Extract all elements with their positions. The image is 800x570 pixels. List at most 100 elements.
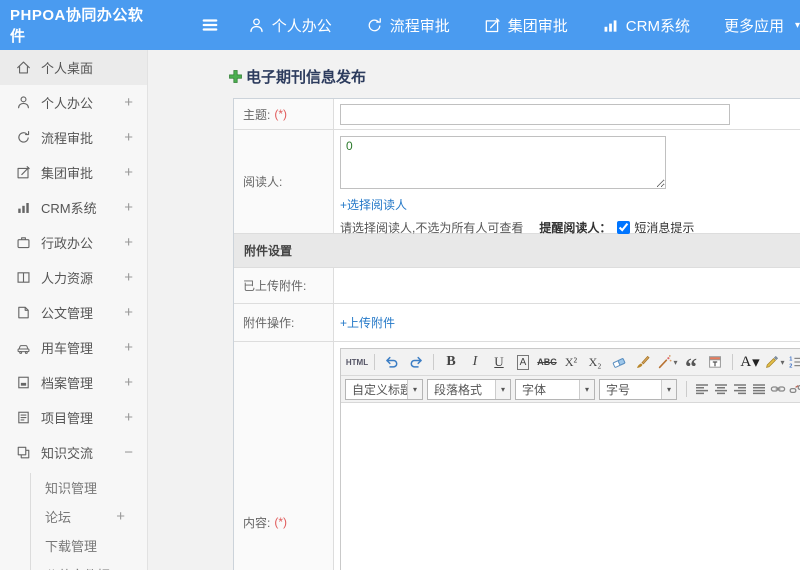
sidebar-menu: 个人桌面 个人办公 + 流程审批 + 集团审批 + CRM系统 + 行政办公 + 人力资源 + 公文管理 +… (0, 50, 147, 570)
align-right-button[interactable] (730, 378, 749, 400)
align-center-button[interactable] (711, 378, 730, 400)
sidebar-subitem-knowledge-management[interactable]: 知识管理 (31, 473, 147, 502)
expand-icon[interactable]: + (124, 199, 133, 216)
project-icon (16, 410, 31, 425)
blockquote-button[interactable]: “ (680, 351, 702, 375)
subject-row: 主题: (*) (234, 99, 800, 130)
expand-icon[interactable]: + (124, 374, 133, 391)
ordered-list-button[interactable]: 12▾ (787, 351, 800, 373)
subscript-button[interactable]: X₂ (584, 351, 606, 373)
italic-button[interactable]: I (464, 351, 486, 373)
expand-icon[interactable]: + (116, 508, 125, 525)
sidebar-item-personal-desktop[interactable]: 个人桌面 (0, 50, 147, 85)
sidebar-item-workflow-approval[interactable]: 流程审批 + (0, 120, 147, 155)
nav-item-crm-system[interactable]: CRM系统 (602, 15, 690, 36)
sidebar-item-label: 人力资源 (41, 271, 94, 286)
attachment-operation-label: 附件操作: (234, 304, 334, 341)
sidebar-item-label: 档案管理 (41, 376, 94, 391)
nav-item-workflow-approval[interactable]: 流程审批 (366, 15, 450, 36)
font-color-button[interactable]: A ▾ (739, 351, 761, 373)
expand-icon[interactable]: + (124, 269, 133, 286)
sidebar-item-project-management[interactable]: 项目管理 + (0, 400, 147, 435)
toolbar-separator (686, 381, 687, 397)
user-icon (248, 17, 265, 34)
sms-notify-checkbox[interactable] (617, 221, 631, 234)
undo-button[interactable] (381, 351, 403, 373)
border-text-button[interactable]: A (512, 351, 534, 373)
select-value: 字体 (522, 382, 547, 397)
auto-typeset-button[interactable]: ▾ (656, 351, 678, 373)
sidebar-subitem-download-management[interactable]: 下载管理 (31, 531, 147, 560)
button-label: HTML (345, 357, 369, 367)
underline-button[interactable]: U (488, 351, 510, 373)
custom-heading-select[interactable]: 自定义标题 ▾ (345, 378, 423, 400)
sidebar-item-label: 行政办公 (41, 236, 94, 251)
highlight-color-button[interactable]: ▾ (763, 351, 785, 373)
expand-icon[interactable]: + (124, 129, 133, 146)
sidebar-item-admin-office[interactable]: 行政办公 + (0, 225, 147, 260)
expand-icon[interactable]: + (124, 234, 133, 251)
font-size-select[interactable]: 字号 ▾ (599, 378, 677, 400)
upload-attachment-link[interactable]: +上传附件 (340, 314, 395, 331)
sidebar-item-group-approval[interactable]: 集团审批 + (0, 155, 147, 190)
align-left-button[interactable] (692, 378, 711, 400)
wand-icon (657, 354, 673, 370)
home-icon (16, 60, 31, 75)
select-readers-link[interactable]: +选择阅读人 (340, 198, 407, 212)
remind-readers-label: 提醒阅读人： (539, 221, 612, 235)
editor-content-area[interactable] (341, 403, 800, 570)
expand-icon[interactable]: + (124, 94, 133, 111)
sidebar-item-knowledge-exchange[interactable]: 知识交流 − (0, 435, 147, 470)
paragraph-format-select[interactable]: 段落格式 ▾ (427, 378, 511, 400)
nav-item-label: 个人办公 (271, 17, 332, 35)
font-family-select[interactable]: 字体 ▾ (515, 378, 595, 400)
sidebar-subitem-label: 下载管理 (45, 539, 98, 554)
collapse-icon[interactable]: − (124, 444, 133, 461)
sidebar-subitem-label: 公共文件柜 (45, 565, 110, 570)
nav-item-more-apps[interactable]: 更多应用 ▾ (724, 15, 800, 36)
editor-toolbar-row1: HTMLBIUAABCX²X₂▾“A▾▾12▾ (341, 349, 800, 376)
readers-textarea[interactable] (340, 136, 666, 189)
expand-icon[interactable]: + (124, 164, 133, 181)
align-center-icon (713, 381, 729, 397)
align-justify-icon (751, 381, 767, 397)
bold-button[interactable]: B (440, 351, 462, 373)
select-value: 段落格式 (434, 382, 483, 397)
redo-button[interactable] (405, 351, 427, 373)
remove-link-button[interactable] (787, 378, 800, 400)
chevron-down-icon: ▾ (673, 357, 678, 367)
format-painter-button[interactable] (632, 351, 654, 373)
sidebar-item-personal-office[interactable]: 个人办公 + (0, 85, 147, 120)
sidebar-subitem-public-file-cabinet[interactable]: 公共文件柜 (31, 560, 147, 570)
align-justify-button[interactable] (749, 378, 768, 400)
sidebar-item-archive-management[interactable]: 档案管理 + (0, 365, 147, 400)
sidebar-item-label: 用车管理 (41, 341, 94, 356)
align-right-icon (732, 381, 748, 397)
superscript-button[interactable]: X² (560, 351, 582, 373)
expand-icon[interactable]: + (124, 304, 133, 321)
sidebar-item-vehicle-management[interactable]: 用车管理 + (0, 330, 147, 365)
strikethrough-button[interactable]: ABC (536, 351, 558, 373)
link-icon (770, 381, 786, 397)
sidebar-item-human-resources[interactable]: 人力资源 + (0, 260, 147, 295)
insert-template-button[interactable] (704, 351, 726, 373)
sidebar-item-crm-system[interactable]: CRM系统 + (0, 190, 147, 225)
button-label: X² (564, 354, 578, 369)
sidebar-item-document-management[interactable]: 公文管理 + (0, 295, 147, 330)
menu-toggle-button[interactable] (200, 15, 220, 35)
expand-icon[interactable]: + (124, 409, 133, 426)
required-mark: (*) (274, 515, 288, 529)
nav-item-group-approval[interactable]: 集团审批 (484, 15, 568, 36)
sidebar-subitem-forum[interactable]: 论坛 + (31, 502, 147, 531)
subject-input[interactable] (340, 103, 730, 125)
insert-link-button[interactable] (768, 378, 787, 400)
expand-icon[interactable]: + (124, 339, 133, 356)
page-title: 电子期刊信息发布 (246, 69, 367, 86)
readers-row: 阅读人: +选择阅读人 请选择阅读人,不选为所有人可查看 提醒阅读人： 短消息提… (234, 130, 800, 235)
html-source-button[interactable]: HTML (346, 351, 368, 373)
page-title-row: 电子期刊信息发布 (228, 66, 800, 87)
nav-item-personal-office[interactable]: 个人办公 (248, 15, 332, 36)
redo-icon (408, 354, 424, 370)
layers-icon (16, 445, 31, 460)
remove-format-button[interactable] (608, 351, 630, 373)
